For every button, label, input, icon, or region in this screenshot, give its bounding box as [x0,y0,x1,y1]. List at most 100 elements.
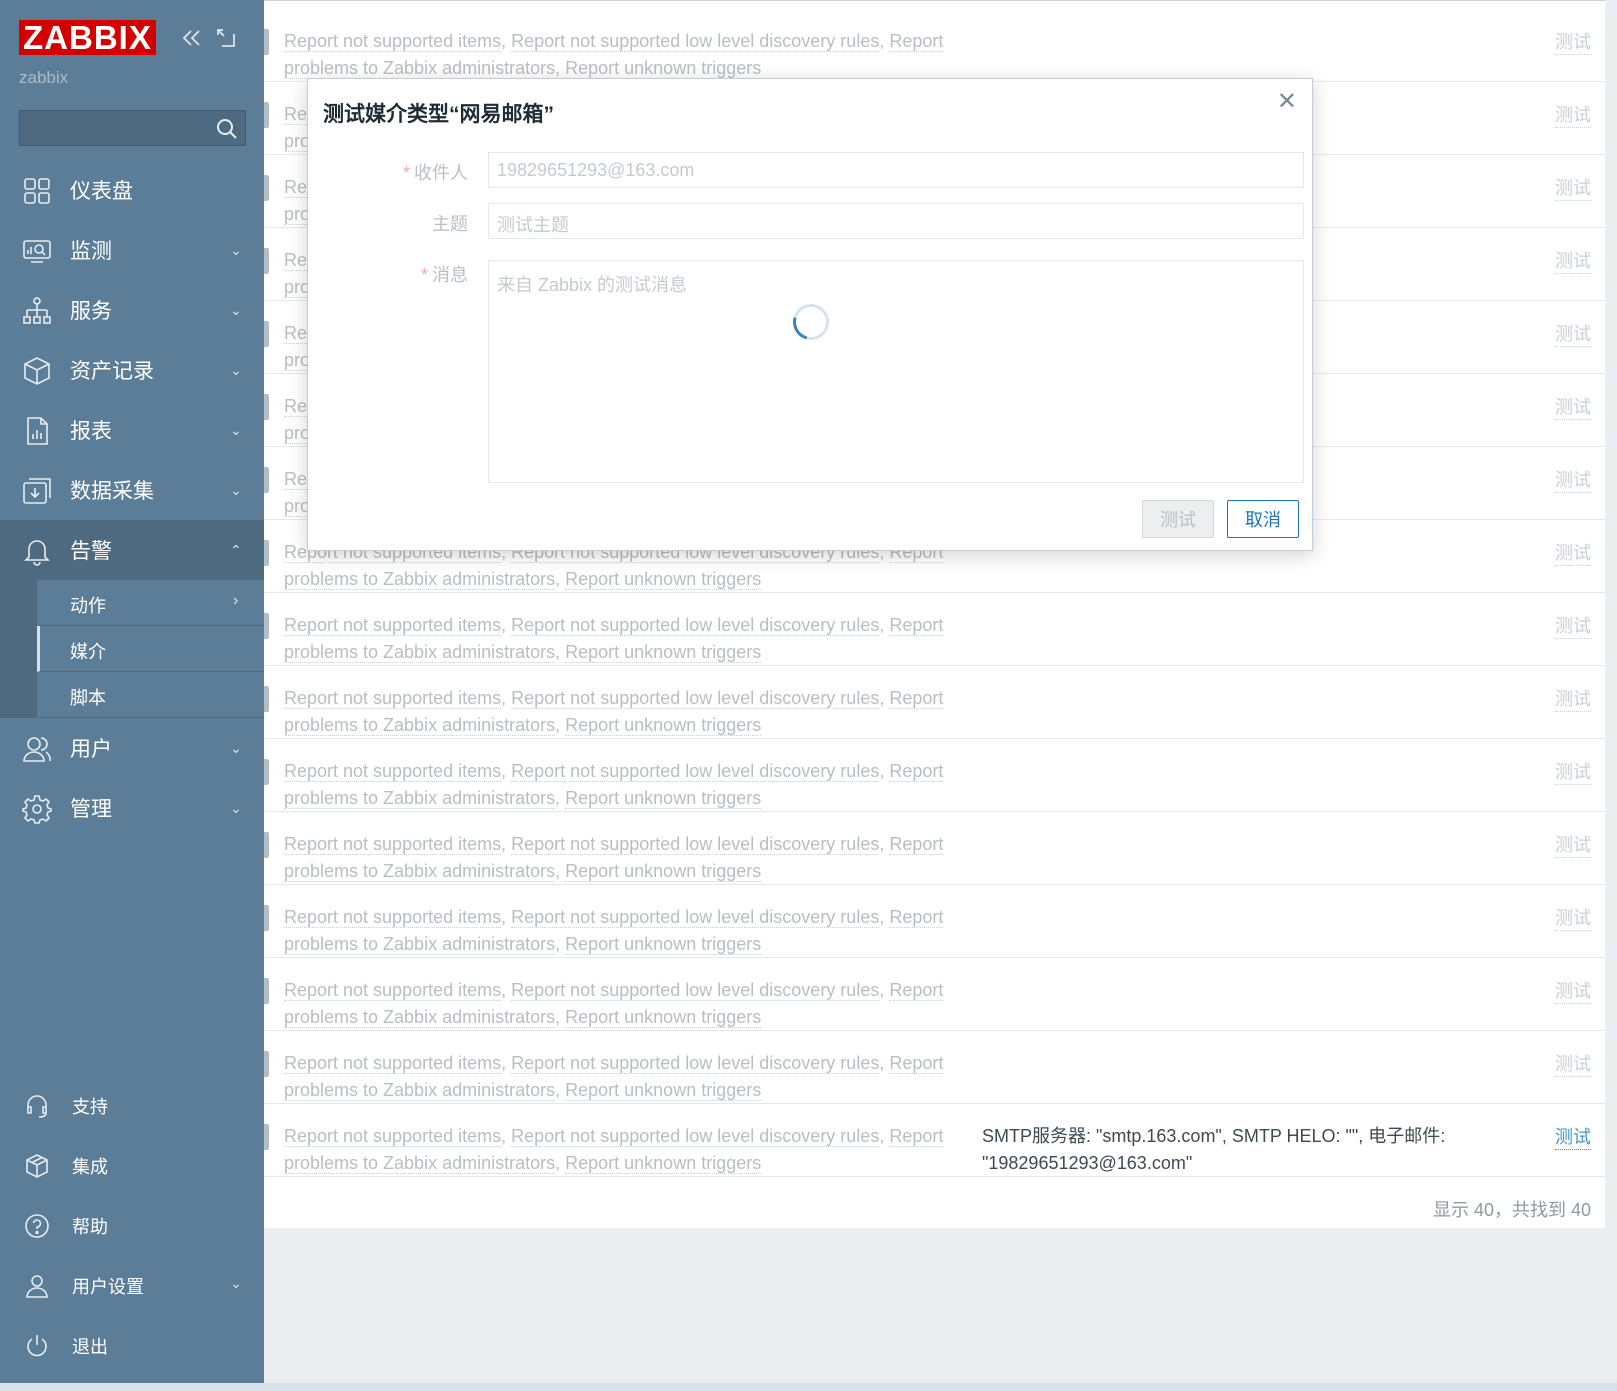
nav-label: 数据采集 [70,480,154,503]
action-link[interactable]: Report unknown triggers [565,934,762,955]
action-link[interactable]: Report unknown triggers [565,861,762,882]
test-button[interactable]: 测试 [1142,500,1214,538]
test-link[interactable]: 测试 [1555,685,1591,712]
nav-label: 报表 [70,420,112,443]
action-link[interactable]: Report unknown triggers [565,569,762,590]
users-icon [23,737,51,762]
action-link[interactable]: Report not supported items [284,761,502,782]
action-link[interactable]: Report unknown triggers [565,1080,762,1101]
action-link[interactable]: Report not supported low level discovery… [511,834,880,855]
action-link[interactable]: Report not supported items [284,907,502,928]
test-link[interactable]: 测试 [1555,1123,1591,1150]
test-link[interactable]: 测试 [1555,1050,1591,1077]
close-icon[interactable]: ✕ [1277,87,1297,116]
nav-administration[interactable]: 管理 ⌄ [0,778,264,838]
row-marker [264,321,269,347]
action-link[interactable]: Report not supported low level discovery… [511,1126,880,1147]
nav-user-settings[interactable]: 用户设置 ⌄ [0,1255,264,1315]
nav-support[interactable]: 支持 [0,1075,264,1135]
headset-icon [27,1095,47,1118]
separator: , [879,688,890,708]
table-row: Report not supported items, Report not s… [264,666,1605,739]
required-mark: * [402,163,410,183]
test-link[interactable]: 测试 [1555,320,1591,347]
test-link[interactable]: 测试 [1555,174,1591,201]
test-link[interactable]: 测试 [1555,247,1591,274]
nav-users[interactable]: 用户 ⌄ [0,718,264,778]
test-link[interactable]: 测试 [1555,904,1591,931]
separator: , [555,58,566,78]
test-link[interactable]: 测试 [1555,393,1591,420]
subject-field[interactable]: 测试主题 [488,203,1304,239]
action-link[interactable]: Report not supported items [284,980,502,1001]
action-link[interactable]: Report unknown triggers [565,1007,762,1028]
action-link[interactable]: Report not supported low level discovery… [511,980,880,1001]
separator: , [879,31,890,51]
server-name: zabbix [19,68,69,87]
nav-dashboard[interactable]: 仪表盘 [0,160,264,220]
separator: , [879,1126,890,1146]
bottom-bar [0,1383,1617,1391]
row-marker [264,1124,269,1150]
test-link[interactable]: 测试 [1555,977,1591,1004]
nav-monitoring[interactable]: 监测 ⌄ [0,220,264,280]
action-link[interactable]: Report unknown triggers [565,1153,762,1174]
action-link[interactable]: Report not supported low level discovery… [511,615,880,636]
nav-label: 集成 [72,1157,108,1177]
test-media-type-dialog: 测试媒介类型“网易邮箱” ✕ * 收件人 19829651293@163.com … [307,78,1313,551]
nav-actions[interactable]: 动作 › [37,580,264,626]
action-link[interactable]: Report not supported low level discovery… [511,761,880,782]
action-link[interactable]: Report unknown triggers [565,642,762,663]
zabbix-logo[interactable]: ZABBIX [19,20,156,55]
collapse-sidebar-icon[interactable] [180,26,204,50]
actions-cell: Report not supported items, Report not s… [284,28,954,82]
action-link[interactable]: Report unknown triggers [565,58,762,79]
action-link[interactable]: Report not supported items [284,615,502,636]
chevron-down-icon: ⌄ [230,481,242,498]
cancel-button[interactable]: 取消 [1227,500,1299,538]
action-link[interactable]: Report not supported low level discovery… [511,907,880,928]
test-link[interactable]: 测试 [1555,101,1591,128]
help-icon [25,1214,49,1238]
action-link[interactable]: Report not supported low level discovery… [511,31,880,52]
sidebar-search-input[interactable] [19,110,246,146]
nav-help[interactable]: 帮助 [0,1195,264,1255]
test-link[interactable]: 测试 [1555,466,1591,493]
separator: , [555,642,566,662]
action-link[interactable]: Report not supported items [284,834,502,855]
separator: , [501,688,512,708]
test-link[interactable]: 测试 [1555,612,1591,639]
test-link[interactable]: 测试 [1555,831,1591,858]
action-link[interactable]: Report not supported low level discovery… [511,1053,880,1074]
message-label: * 消息 [308,261,468,287]
nav-integrations[interactable]: 集成 [0,1135,264,1195]
action-link[interactable]: Report not supported items [284,1053,502,1074]
nav-inventory[interactable]: 资产记录 ⌄ [0,340,264,400]
separator: , [879,834,890,854]
action-link[interactable]: Report unknown triggers [565,788,762,809]
test-link[interactable]: 测试 [1555,28,1591,55]
nav-sign-out[interactable]: 退出 [0,1315,264,1375]
test-link[interactable]: 测试 [1555,758,1591,785]
action-link[interactable]: Report unknown triggers [565,715,762,736]
search-icon[interactable] [215,117,239,141]
nav-services[interactable]: 服务 ⌄ [0,280,264,340]
nav-data-collection[interactable]: 数据采集 ⌄ [0,460,264,520]
kiosk-mode-icon[interactable] [214,26,238,50]
subject-label: 主题 [308,210,468,236]
nav-scripts[interactable]: 脚本 [37,672,264,718]
nav-alerts[interactable]: 告警 ⌃ [0,520,264,580]
action-link[interactable]: Report not supported items [284,1126,502,1147]
monitoring-icon [23,240,51,263]
test-link[interactable]: 测试 [1555,539,1591,566]
recipient-field[interactable]: 19829651293@163.com [488,152,1304,188]
table-row: Report not supported items, Report not s… [264,1031,1605,1104]
action-link[interactable]: Report not supported low level discovery… [511,688,880,709]
bell-icon [24,540,50,566]
nav-media-types[interactable]: 媒介 [37,626,264,672]
action-link[interactable]: Report not supported items [284,688,502,709]
message-textarea[interactable]: 来自 Zabbix 的测试消息 [488,260,1304,483]
row-marker [264,759,269,785]
action-link[interactable]: Report not supported items [284,31,502,52]
nav-reports[interactable]: 报表 ⌄ [0,400,264,460]
